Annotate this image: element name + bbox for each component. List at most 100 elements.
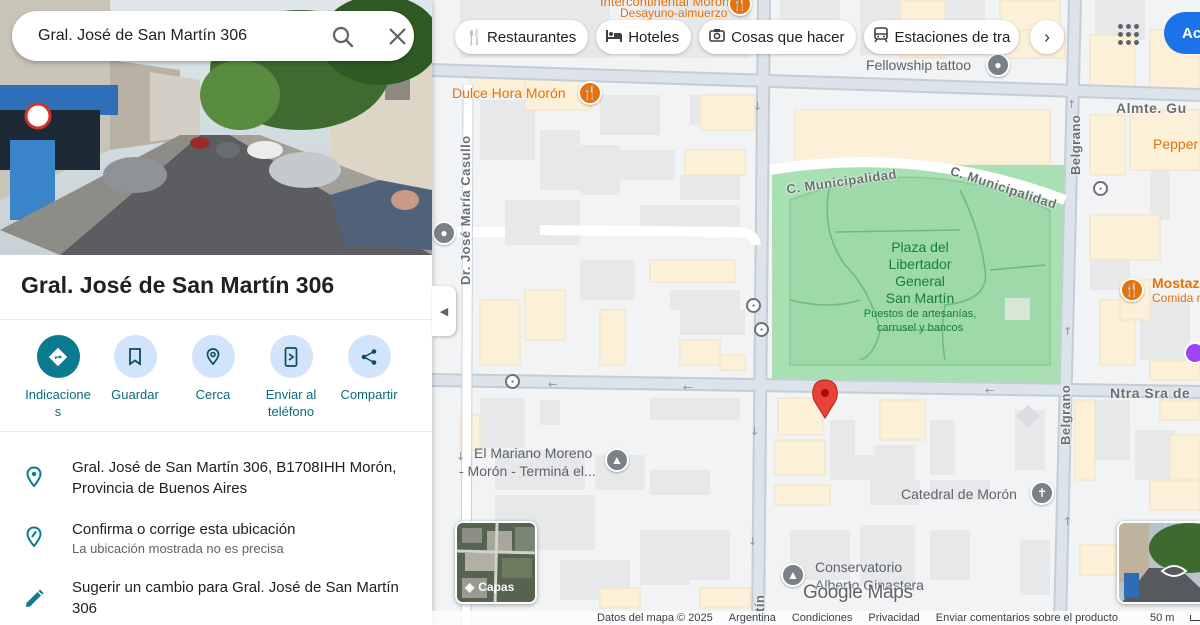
street-label-almte: Almte. Gu (1116, 100, 1187, 116)
chip-hotels[interactable]: Hoteles (596, 20, 692, 54)
store-pin-icon[interactable] (1184, 342, 1200, 364)
pencil-icon (22, 587, 46, 611)
privacy-link[interactable]: Privacidad (868, 612, 919, 624)
park-sub-line-2: carrusel y bancos (876, 322, 964, 334)
save-button[interactable]: Guardar (95, 335, 175, 403)
poi-label-pepper[interactable]: Pepper (1153, 136, 1198, 152)
scale-label: 50 m (1149, 612, 1175, 624)
google-maps-logo: Google Maps (803, 582, 913, 603)
poi-label-mariano-1[interactable]: El Mariano Moreno (474, 445, 592, 461)
svg-text:↓: ↓ (748, 535, 757, 548)
chip-restaurants[interactable]: 🍴 Restaurantes (455, 20, 589, 54)
poi-label-dulce-hora[interactable]: Dulce Hora Morón (452, 85, 566, 101)
park-name-line-3: General (895, 273, 945, 289)
shop-pin-icon[interactable]: ● (986, 53, 1010, 77)
location-pin-icon (22, 465, 46, 489)
bus-stop-icon[interactable]: ▪ (505, 374, 520, 389)
place-title: Gral. José de San Martín 306 (21, 272, 335, 298)
park-sub-line-1: Puestos de artesanías, (863, 308, 977, 320)
poi-label-catedral[interactable]: Catedral de Morón (901, 486, 1017, 502)
google-maps-window: ← ← ← ↑ ↑ ↑ ↓ ↓ ↓ ↓ ↓ Dr. José María Cas… (0, 0, 1200, 625)
chip-things-to-do[interactable]: Cosas que hacer (699, 20, 857, 54)
street-label-belgrano-top: Belgrano (1068, 114, 1083, 175)
google-apps-button[interactable] (1112, 18, 1144, 50)
terms-link[interactable]: Condiciones (792, 612, 853, 624)
divider (0, 431, 432, 432)
svg-text:↑: ↑ (1063, 325, 1072, 338)
bus-stop-icon[interactable]: ▪ (1093, 181, 1108, 196)
park-label[interactable]: Plaza del Libertador General San Martín … (858, 239, 982, 335)
nearby-icon (191, 335, 235, 378)
nearby-label: Cerca (195, 387, 231, 402)
collapse-panel-button[interactable]: ◀ (432, 286, 456, 336)
bus-stop-icon[interactable]: ▪ (746, 298, 761, 313)
confirm-location-title: Confirma o corrige esta ubicación (72, 521, 296, 538)
feedback-link[interactable]: Enviar comentarios sobre el producto (936, 612, 1118, 624)
chevron-right-icon: › (1044, 26, 1050, 47)
chips-next-button[interactable]: › (1030, 20, 1064, 54)
action-bar: Indicacione s Guardar Cerca Enviar al te… (0, 335, 432, 425)
school-pin-icon[interactable]: ▲ (605, 448, 629, 472)
search-box[interactable] (12, 11, 414, 61)
street-label-ntra-sra: Ntra Sra de (1110, 385, 1191, 401)
share-button[interactable]: Compartir (329, 335, 409, 403)
chip-transit-label: Estaciones de tra (894, 28, 1011, 46)
park-name-line-4: San Martín (885, 290, 955, 306)
svg-text:↑: ↑ (1063, 515, 1072, 528)
svg-text:←: ← (683, 381, 692, 394)
restaurant-pin-icon[interactable]: 🍴 (578, 81, 602, 105)
location-edit-icon (22, 525, 46, 549)
street-label-belgrano-bottom: Belgrano (1058, 384, 1073, 445)
confirm-location-text: Confirma o corrige esta ubicación La ubi… (72, 519, 417, 557)
svg-text:↓: ↓ (456, 450, 465, 463)
layers-button[interactable]: ◈ Capas (455, 521, 537, 604)
svg-text:←: ← (985, 384, 994, 397)
close-icon[interactable] (385, 24, 411, 50)
directions-icon (36, 335, 80, 378)
country-label[interactable]: Argentina (729, 612, 776, 624)
map-footer: Datos del mapa © 2025 Argentina Condicio… (432, 611, 1200, 625)
nearby-button[interactable]: Cerca (173, 335, 253, 403)
street-label-martin-bottom: tín (752, 594, 767, 612)
poi-label-fellowship[interactable]: Fellowship tattoo (866, 57, 971, 73)
directions-button[interactable]: Indicacione s (18, 335, 98, 420)
poi-label-mariano-2: - Morón - Terminá el... (459, 463, 596, 479)
chip-things-to-do-label: Cosas que hacer (731, 28, 845, 46)
place-pin-icon[interactable]: ● (432, 221, 456, 245)
save-label: Guardar (111, 387, 159, 402)
layers-text: Capas (478, 580, 515, 594)
scale-bar (1190, 615, 1200, 622)
bed-icon (606, 29, 623, 46)
park-name-line-1: Plaza del (891, 239, 949, 255)
poi-label-desayuno: Desayuno-almuerzo (620, 6, 728, 20)
search-input[interactable] (38, 27, 318, 45)
school-pin-icon[interactable]: ▲ (781, 563, 805, 587)
phone-send-icon (269, 335, 313, 378)
fork-knife-icon: 🍴 (465, 29, 484, 46)
confirm-location-subtitle: La ubicación mostrada no es precisa (72, 541, 284, 556)
layers-label: ◈ Capas (465, 580, 514, 594)
scale-indicator[interactable]: 50 m (1134, 612, 1200, 624)
church-pin-icon[interactable]: ✝ (1030, 481, 1054, 505)
svg-text:←: ← (548, 378, 557, 391)
bus-stop-icon[interactable]: ▪ (754, 322, 769, 337)
directions-label: Indicacione s (25, 387, 91, 419)
send-to-phone-label: Enviar al teléfono (265, 387, 317, 419)
send-to-phone-button[interactable]: Enviar al teléfono (251, 335, 331, 420)
svg-text:↓: ↓ (753, 100, 762, 113)
place-panel: Gral. José de San Martín 306 Indicacione… (0, 0, 432, 625)
street-label-casullo: Dr. José María Casullo (458, 135, 473, 285)
poi-label-conservatorio-1[interactable]: Conservatorio (815, 559, 902, 575)
chip-transit[interactable]: Estaciones de tra (864, 20, 1020, 54)
street-view-thumbnail[interactable] (1117, 521, 1200, 604)
map-data-attribution[interactable]: Datos del mapa © 2025 (597, 612, 713, 624)
poi-label-mostaza[interactable]: Mostaz (1152, 275, 1199, 291)
chip-restaurants-label: Restaurantes (487, 28, 577, 46)
share-icon (347, 335, 391, 378)
suggest-edit-text: Sugerir un cambio para Gral. José de San… (72, 579, 399, 617)
search-icon[interactable] (330, 24, 356, 50)
restaurant-pin-icon[interactable]: 🍴 (1120, 278, 1144, 302)
svg-text:↓: ↓ (750, 425, 759, 438)
share-label: Compartir (340, 387, 398, 402)
sign-in-button[interactable]: Ac (1164, 12, 1200, 54)
